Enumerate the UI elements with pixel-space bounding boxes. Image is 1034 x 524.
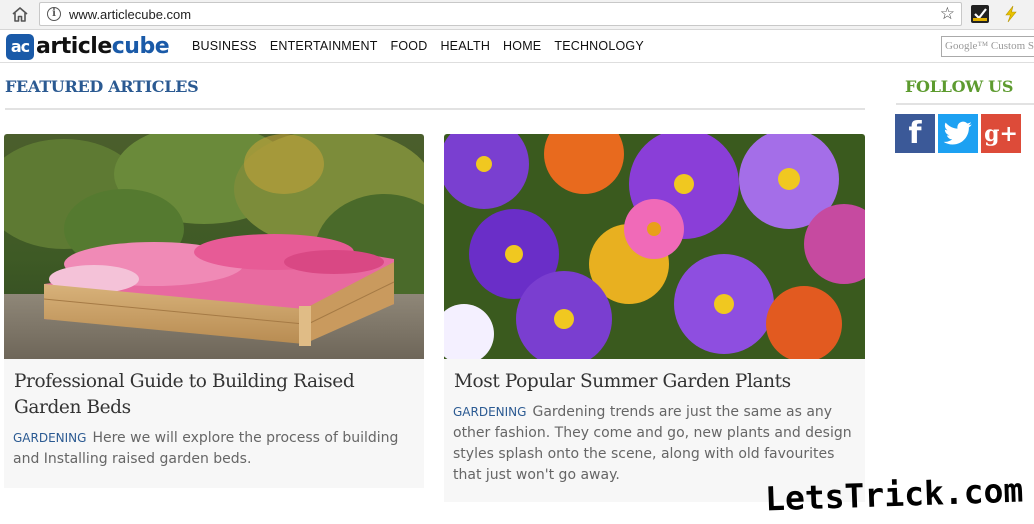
featured-divider xyxy=(5,108,865,110)
extension-lightning-icon[interactable] xyxy=(1002,5,1020,23)
article-excerpt: GARDENING Gardening trends are just the s… xyxy=(453,402,858,486)
article-image-summer-flowers[interactable] xyxy=(444,134,865,359)
extension-checkmark-icon[interactable] xyxy=(971,5,989,23)
address-bar[interactable]: i www.articlecube.com ☆ xyxy=(39,2,962,26)
article-title[interactable]: Professional Guide to Building Raised Ga… xyxy=(14,369,419,421)
nav-health[interactable]: HEALTH xyxy=(440,39,490,53)
site-logo[interactable]: ac articlecube xyxy=(6,33,170,60)
logo-wordmark: articlecube xyxy=(36,34,170,59)
article-category[interactable]: GARDENING xyxy=(13,431,86,445)
article-image-raised-bed[interactable] xyxy=(4,134,424,359)
logo-word-article: article xyxy=(36,34,112,59)
home-icon xyxy=(12,6,28,22)
article-card[interactable]: Professional Guide to Building Raised Ga… xyxy=(4,134,424,488)
nav-food[interactable]: FOOD xyxy=(391,39,428,53)
featured-heading: FEATURED ARTICLES xyxy=(5,77,199,96)
nav-home[interactable]: HOME xyxy=(503,39,541,53)
google-plus-button[interactable]: g+ xyxy=(981,114,1021,153)
facebook-button[interactable]: f xyxy=(895,114,935,153)
article-card[interactable]: Most Popular Summer Garden Plants GARDEN… xyxy=(444,134,865,502)
twitter-button[interactable] xyxy=(938,114,978,153)
watermark-text: LetsTrick.com xyxy=(764,470,1024,519)
logo-badge: ac xyxy=(6,33,34,60)
browser-toolbar: i www.articlecube.com ☆ xyxy=(0,0,1034,30)
follow-us-heading: FOLLOW US xyxy=(905,77,1014,96)
logo-word-cube: cube xyxy=(111,34,170,59)
article-category[interactable]: GARDENING xyxy=(453,405,526,419)
google-plus-icon: g+ xyxy=(984,120,1018,147)
search-input[interactable]: Google™ Custom Search xyxy=(941,36,1034,57)
nav-entertainment[interactable]: ENTERTAINMENT xyxy=(270,39,378,53)
article-excerpt: GARDENING Here we will explore the proces… xyxy=(13,428,418,470)
bookmark-star-icon[interactable]: ☆ xyxy=(940,4,955,24)
facebook-icon: f xyxy=(908,116,922,151)
nav-technology[interactable]: TECHNOLOGY xyxy=(554,39,644,53)
site-header: ac articlecube BUSINESS ENTERTAINMENT FO… xyxy=(0,31,1034,63)
home-button[interactable] xyxy=(8,3,32,25)
article-title[interactable]: Most Popular Summer Garden Plants xyxy=(454,369,859,395)
info-icon[interactable]: i xyxy=(47,7,61,21)
twitter-icon xyxy=(943,121,972,144)
search-placeholder: Google™ Custom Search xyxy=(945,40,1034,52)
follow-divider xyxy=(896,103,1034,105)
url-text: www.articlecube.com xyxy=(69,7,192,22)
main-nav: BUSINESS ENTERTAINMENT FOOD HEALTH HOME … xyxy=(192,39,644,53)
nav-business[interactable]: BUSINESS xyxy=(192,39,257,53)
